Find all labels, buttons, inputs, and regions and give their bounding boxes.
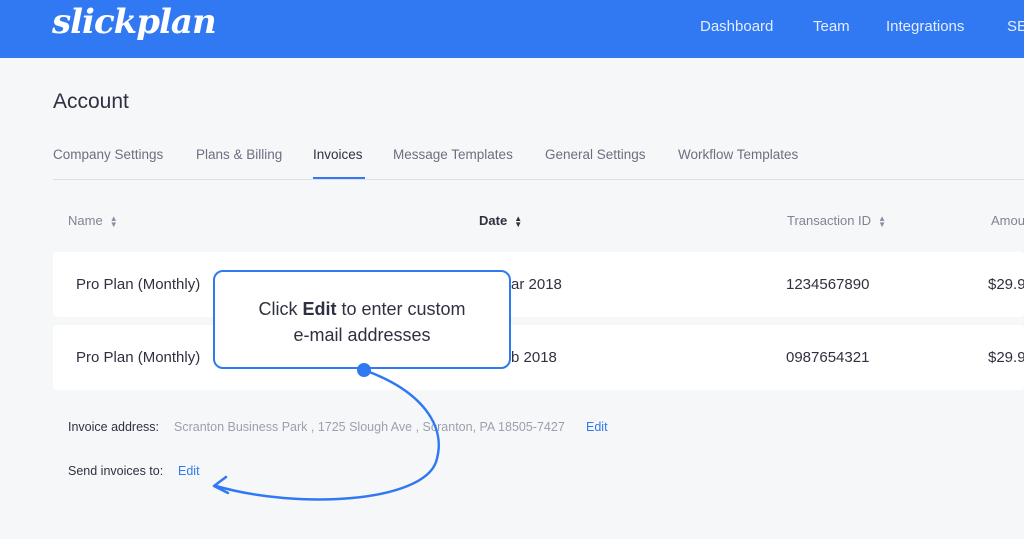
arrowhead [212, 475, 230, 495]
callout-arrow [212, 368, 440, 501]
callout-line2: e-mail addresses [293, 325, 431, 345]
tooltip-callout: Click Edit to enter custom e-mail addres… [213, 270, 511, 369]
callout-suffix: to enter custom [336, 299, 466, 319]
arrow-curve [215, 368, 440, 501]
callout-prefix: Click [258, 299, 303, 319]
callout-bold: Edit [302, 299, 337, 319]
